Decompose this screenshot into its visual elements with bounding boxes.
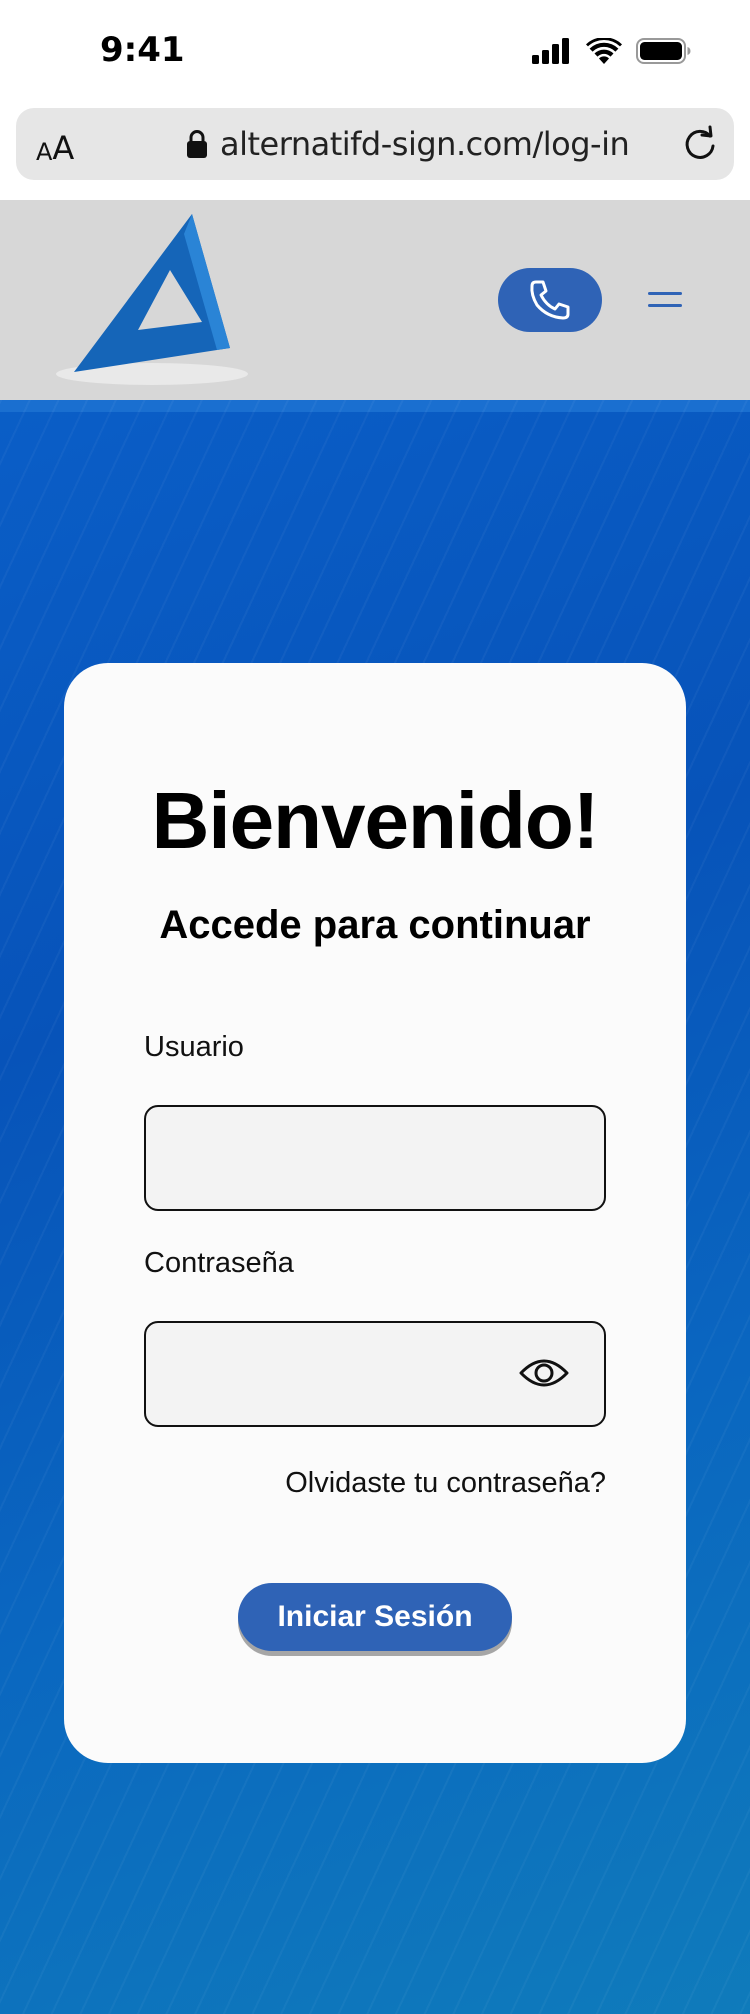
call-button[interactable] xyxy=(498,268,602,332)
username-label: Usuario xyxy=(144,1031,244,1063)
password-label: Contraseña xyxy=(144,1247,294,1279)
battery-icon xyxy=(636,38,691,64)
status-bar: 9:41 xyxy=(0,0,750,105)
url-field[interactable]: alternatifd-sign.com/log-in xyxy=(186,124,630,164)
text-size-large-label: A xyxy=(52,129,75,167)
browser-address-bar[interactable]: A A alternatifd-sign.com/log-in xyxy=(16,108,734,180)
signal-icon xyxy=(532,38,569,64)
login-button[interactable]: Iniciar Sesión xyxy=(238,1583,512,1651)
phone-icon xyxy=(530,280,570,320)
username-field[interactable] xyxy=(144,1105,606,1211)
page-subtitle: Accede para continuar xyxy=(159,903,591,947)
eye-icon[interactable] xyxy=(518,1353,570,1393)
hamburger-menu-icon[interactable] xyxy=(646,288,686,312)
text-size-small-label: A xyxy=(36,138,53,166)
reload-icon[interactable] xyxy=(680,124,720,164)
lock-icon xyxy=(187,130,207,158)
page-title: Bienvenido! xyxy=(151,776,600,865)
url-text: alternatifd-sign.com/log-in xyxy=(220,125,630,163)
menu-line xyxy=(648,292,682,295)
forgot-password-link[interactable]: Olvidaste tu contraseña? xyxy=(285,1467,606,1500)
wifi-icon xyxy=(586,38,622,64)
status-icons xyxy=(532,38,692,64)
brand-logo-icon[interactable] xyxy=(52,212,252,392)
login-card: Bienvenido! Accede para continuar Usuari… xyxy=(64,663,686,1763)
login-page: 9:41 A A alternatifd-sign.com/log-in Bie… xyxy=(0,0,750,2014)
menu-line xyxy=(648,304,682,307)
status-time: 9:41 xyxy=(100,30,185,70)
text-size-button[interactable]: A A xyxy=(36,124,74,164)
site-header xyxy=(0,200,750,400)
